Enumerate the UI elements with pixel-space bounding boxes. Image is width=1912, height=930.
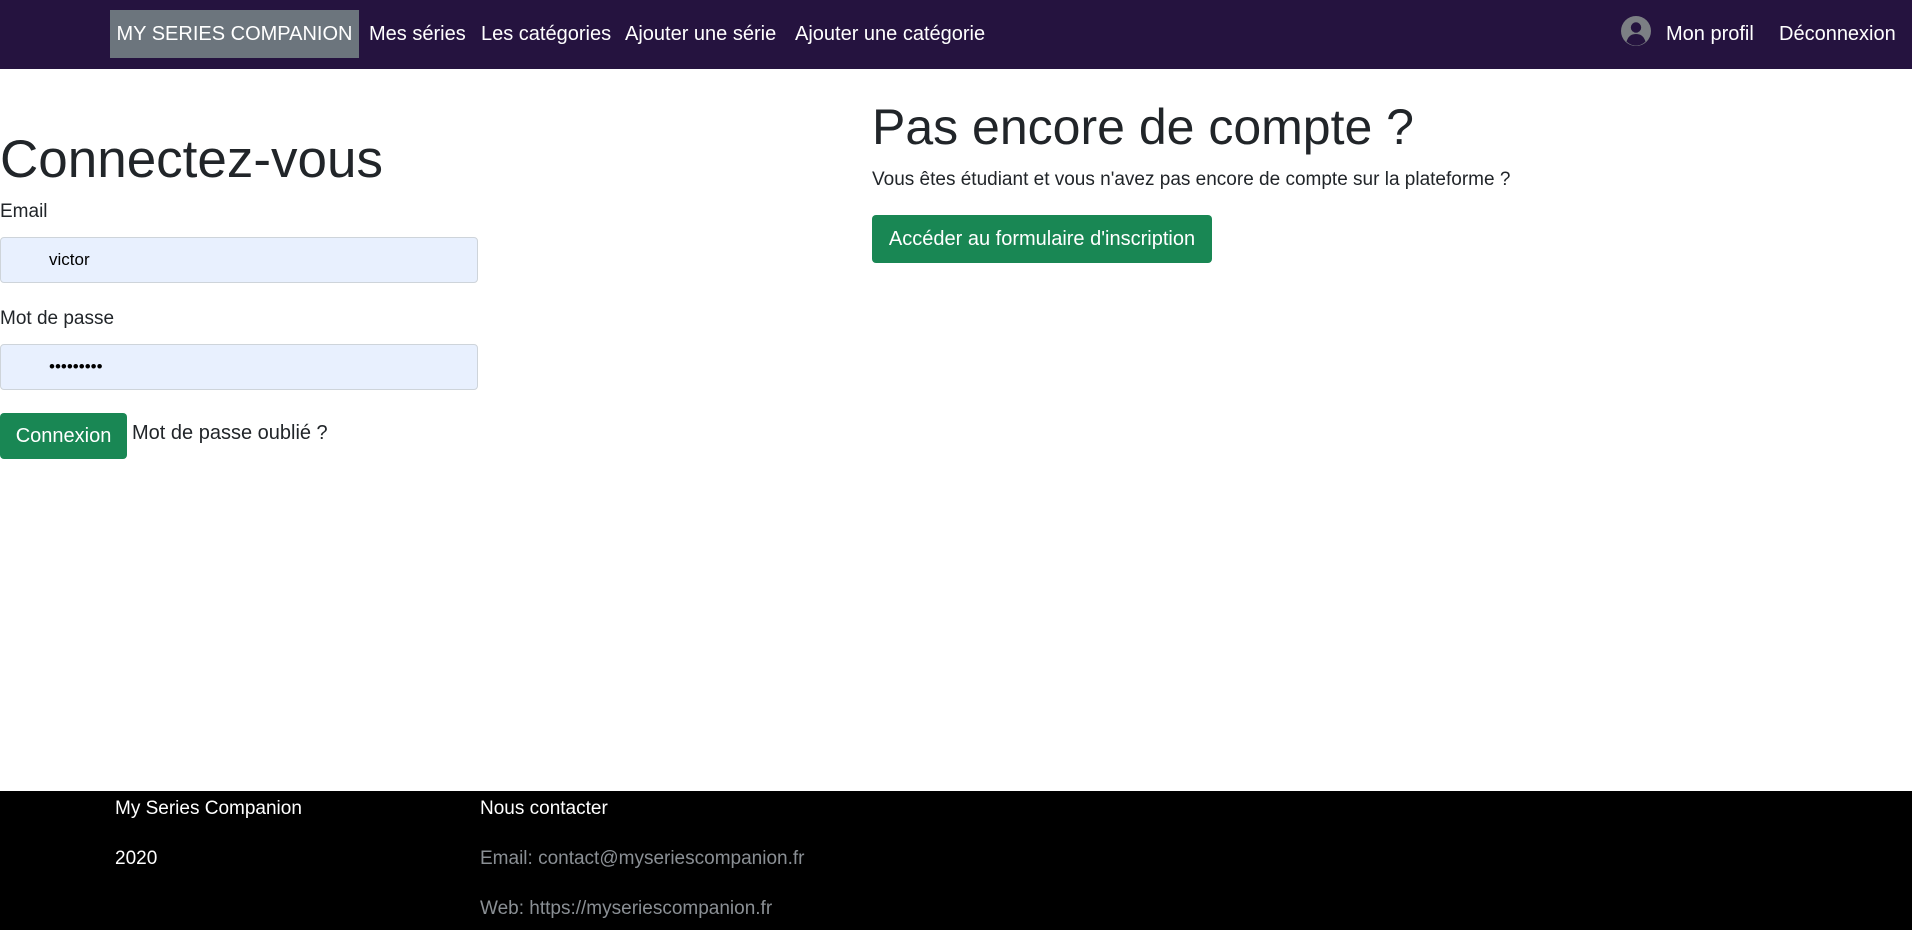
- register-title: Pas encore de compte ?: [872, 99, 1414, 155]
- brand-link[interactable]: MY SERIES COMPANION: [110, 10, 359, 58]
- footer: My Series Companion 2020 Nous contacter …: [0, 791, 1912, 930]
- password-field[interactable]: [0, 344, 478, 390]
- login-title: Connectez-vous: [0, 130, 383, 189]
- forgot-password-link[interactable]: Mot de passe oublié ?: [132, 422, 328, 445]
- nav-link-logout[interactable]: Déconnexion: [1779, 10, 1896, 58]
- user-circle-icon[interactable]: [1620, 15, 1652, 47]
- email-field[interactable]: [0, 237, 478, 283]
- footer-contact-title: Nous contacter: [480, 798, 608, 819]
- password-label: Mot de passe: [0, 308, 115, 329]
- nav-link-profile[interactable]: Mon profil: [1666, 10, 1754, 58]
- login-button[interactable]: Connexion: [0, 413, 127, 459]
- nav-link-add-category[interactable]: Ajouter une catégorie: [795, 10, 985, 58]
- register-description: Vous êtes étudiant et vous n'avez pas en…: [872, 169, 1511, 190]
- footer-email-link[interactable]: Email: contact@myseriescompanion.fr: [480, 848, 804, 870]
- email-label: Email: [0, 201, 48, 222]
- nav-link-categories[interactable]: Les catégories: [481, 10, 611, 58]
- footer-brand: My Series Companion: [115, 798, 302, 819]
- nav-link-mes-series[interactable]: Mes séries: [369, 10, 466, 58]
- register-form-button[interactable]: Accéder au formulaire d'inscription: [872, 215, 1212, 263]
- footer-year: 2020: [115, 848, 158, 869]
- navbar: MY SERIES COMPANION Mes séries Les catég…: [0, 0, 1912, 69]
- nav-link-add-series[interactable]: Ajouter une série: [625, 10, 776, 58]
- footer-web-link[interactable]: Web: https://myseriescompanion.fr: [480, 898, 772, 920]
